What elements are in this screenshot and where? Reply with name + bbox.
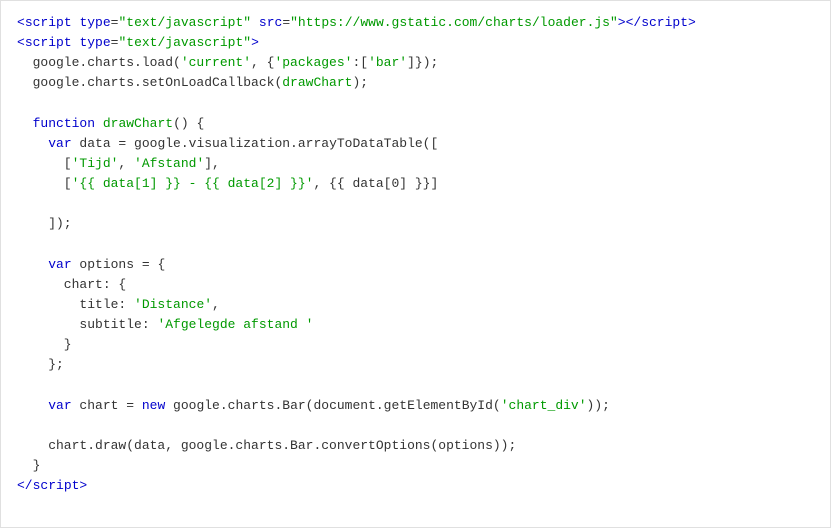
code-token: script [25, 15, 72, 30]
code-token: var [48, 257, 71, 272]
code-token: "https://www.gstatic.com/charts/loader.j… [290, 15, 618, 30]
code-token: , [118, 156, 134, 171]
code-line: <script type="text/javascript" src="http… [17, 13, 814, 33]
code-token: var [48, 136, 71, 151]
code-token: < [17, 35, 25, 50]
code-token: google.charts.load( [17, 55, 181, 70]
code-line: }; [17, 355, 814, 375]
code-line [17, 194, 814, 214]
code-token: } [17, 458, 40, 473]
code-token: "text/javascript" [118, 35, 251, 50]
code-token: script [641, 15, 688, 30]
code-token: = [282, 15, 290, 30]
code-token: > [688, 15, 696, 30]
code-token: [ [17, 156, 72, 171]
code-token: script [33, 478, 80, 493]
code-token: var [48, 398, 71, 413]
code-token: 'chart_div' [501, 398, 587, 413]
code-line [17, 94, 814, 114]
code-line: function drawChart() { [17, 114, 814, 134]
code-token: chart.draw(data, google.charts.Bar.conve… [17, 438, 516, 453]
code-token: () { [173, 116, 204, 131]
code-token: } [17, 337, 72, 352]
code-token: ); [352, 75, 368, 90]
code-token: ], [204, 156, 220, 171]
code-token: < [17, 15, 25, 30]
code-line: chart.draw(data, google.charts.Bar.conve… [17, 436, 814, 456]
code-line [17, 376, 814, 396]
code-token: new [142, 398, 165, 413]
code-token: script [25, 35, 72, 50]
code-token: </ [626, 15, 642, 30]
code-token: 'Afstand' [134, 156, 204, 171]
code-token: > [79, 478, 87, 493]
code-token: [ [17, 176, 72, 191]
code-token: > [251, 35, 259, 50]
code-line [17, 235, 814, 255]
code-line: </script> [17, 476, 814, 496]
code-token: subtitle: [17, 317, 157, 332]
code-token: 'Distance' [134, 297, 212, 312]
code-token [251, 15, 259, 30]
code-token: ]); [17, 216, 72, 231]
code-token [95, 116, 103, 131]
code-token: 'packages' [274, 55, 352, 70]
code-token: > [618, 15, 626, 30]
code-line: var chart = new google.charts.Bar(docume… [17, 396, 814, 416]
code-token: google.charts.setOnLoadCallback( [17, 75, 282, 90]
code-token: chart: { [17, 277, 126, 292]
code-token: function [33, 116, 95, 131]
code-line: ['{{ data[1] }} - {{ data[2] }}', {{ dat… [17, 174, 814, 194]
code-line: } [17, 335, 814, 355]
code-line [17, 416, 814, 436]
code-token: google.charts.Bar(document.getElementByI… [165, 398, 500, 413]
code-line: title: 'Distance', [17, 295, 814, 315]
code-token: 'Tijd' [72, 156, 119, 171]
code-token: data = google.visualization.arrayToDataT… [72, 136, 439, 151]
code-token: options = { [72, 257, 166, 272]
code-line: <script type="text/javascript"> [17, 33, 814, 53]
code-token: , {{ data[0] }}] [313, 176, 438, 191]
code-token: type [79, 15, 110, 30]
code-token: :[ [352, 55, 368, 70]
code-line: google.charts.setOnLoadCallback(drawChar… [17, 73, 814, 93]
code-token: drawChart [282, 75, 352, 90]
code-token: )); [587, 398, 610, 413]
code-line: google.charts.load('current', {'packages… [17, 53, 814, 73]
code-token [17, 398, 48, 413]
code-token: 'current' [181, 55, 251, 70]
code-line: ['Tijd', 'Afstand'], [17, 154, 814, 174]
code-block: <script type="text/javascript" src="http… [0, 0, 831, 528]
code-token [17, 136, 48, 151]
code-token [17, 116, 33, 131]
code-token: , [212, 297, 220, 312]
code-line: chart: { [17, 275, 814, 295]
code-token: }; [17, 357, 64, 372]
code-line: subtitle: 'Afgelegde afstand ' [17, 315, 814, 335]
code-line: var options = { [17, 255, 814, 275]
code-token: chart = [72, 398, 142, 413]
code-token [17, 257, 48, 272]
code-token: 'bar' [368, 55, 407, 70]
code-line: } [17, 456, 814, 476]
code-line: var data = google.visualization.arrayToD… [17, 134, 814, 154]
code-token: "text/javascript" [118, 15, 251, 30]
code-token: ]}); [407, 55, 438, 70]
code-token: type [79, 35, 110, 50]
code-token: '{{ data[1] }} - {{ data[2] }}' [72, 176, 314, 191]
code-token: drawChart [103, 116, 173, 131]
code-token: , { [251, 55, 274, 70]
code-token: </ [17, 478, 33, 493]
code-token: src [259, 15, 282, 30]
code-line: ]); [17, 214, 814, 234]
code-token: title: [17, 297, 134, 312]
code-token: 'Afgelegde afstand ' [157, 317, 313, 332]
